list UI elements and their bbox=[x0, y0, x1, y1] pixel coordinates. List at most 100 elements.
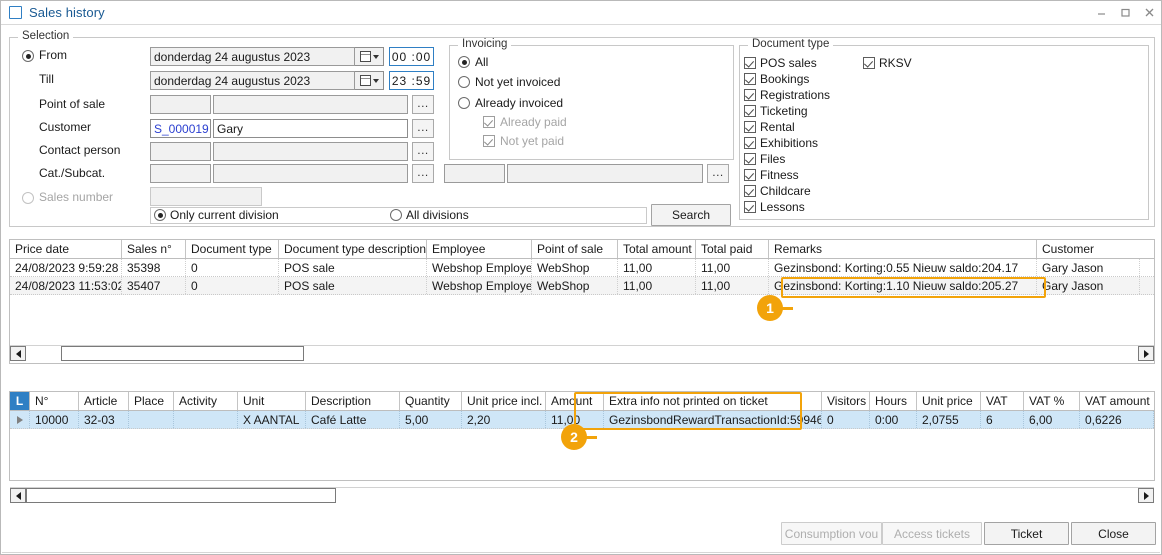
column-header-sales-no[interactable]: Sales n° bbox=[122, 240, 186, 258]
scroll-left-button[interactable] bbox=[10, 488, 26, 503]
checkbox-pos-sales[interactable] bbox=[744, 57, 756, 69]
label-ticketing: Ticketing bbox=[760, 104, 808, 118]
table-row[interactable]: 24/08/2023 11:53:02 35407 0 POS sale Web… bbox=[10, 277, 1154, 295]
checkbox-childcare[interactable] bbox=[744, 185, 756, 197]
column-header-vat-amount[interactable]: VAT amount bbox=[1080, 392, 1154, 410]
checkbox-already-paid[interactable] bbox=[483, 116, 495, 128]
label-fitness: Fitness bbox=[760, 168, 799, 182]
from-date-input[interactable]: donderdag 24 augustus 2023 bbox=[150, 47, 355, 66]
scroll-thumb[interactable] bbox=[26, 488, 336, 503]
radio-only-current-division[interactable] bbox=[154, 209, 166, 221]
column-header-customer[interactable]: Customer bbox=[1037, 240, 1140, 258]
subcat-code-input[interactable] bbox=[444, 164, 505, 183]
contact-person-code-input[interactable] bbox=[150, 142, 211, 161]
point-of-sale-browse-button[interactable]: ... bbox=[412, 95, 434, 114]
checkbox-ticketing[interactable] bbox=[744, 105, 756, 117]
cell-hours: 0:00 bbox=[870, 411, 917, 428]
close-icon[interactable] bbox=[1137, 2, 1161, 24]
column-header-activity[interactable]: Activity bbox=[174, 392, 238, 410]
till-time-input[interactable]: 23 :59 bbox=[389, 71, 434, 90]
point-of-sale-input[interactable] bbox=[213, 95, 408, 114]
cell-place bbox=[129, 411, 174, 428]
table-row[interactable]: 24/08/2023 9:59:28 35398 0 POS sale Webs… bbox=[10, 259, 1154, 277]
subcat-name-input[interactable] bbox=[507, 164, 703, 183]
cat-browse-button[interactable]: ... bbox=[412, 164, 434, 183]
cell-total-amount: 11,00 bbox=[618, 277, 696, 294]
scroll-right-button[interactable] bbox=[1138, 488, 1154, 503]
column-header-point-of-sale[interactable]: Point of sale bbox=[532, 240, 618, 258]
column-header-quantity[interactable]: Quantity bbox=[400, 392, 462, 410]
column-header-amount[interactable]: Amount bbox=[546, 392, 604, 410]
consumption-voucher-button[interactable]: Consumption vou bbox=[781, 522, 882, 545]
column-header-unit-price-incl[interactable]: Unit price incl. bbox=[462, 392, 546, 410]
detail-grid-selector-header[interactable]: L bbox=[10, 392, 30, 410]
cell-remarks: Gezinsbond: Korting:1.10 Nieuw saldo:205… bbox=[769, 277, 1037, 294]
point-of-sale-code-input[interactable] bbox=[150, 95, 211, 114]
results-grid-hscrollbar[interactable] bbox=[10, 345, 1154, 361]
radio-sales-number[interactable] bbox=[22, 192, 34, 204]
radio-invoicing-not-yet-invoiced[interactable] bbox=[458, 76, 470, 88]
customer-code-input[interactable]: S_000019 bbox=[150, 119, 211, 138]
from-time-input[interactable]: 00 :00 bbox=[389, 47, 434, 66]
title-bar: Sales history bbox=[1, 1, 1161, 25]
column-header-visitors[interactable]: Visitors bbox=[822, 392, 870, 410]
column-header-price-date[interactable]: Price date bbox=[10, 240, 122, 258]
radio-all-divisions[interactable] bbox=[390, 209, 402, 221]
checkbox-bookings[interactable] bbox=[744, 73, 756, 85]
column-header-document-type-description[interactable]: Document type description bbox=[279, 240, 427, 258]
column-header-article[interactable]: Article bbox=[79, 392, 129, 410]
row-indicator bbox=[10, 411, 30, 428]
cell-unit-price: 2,0755 bbox=[917, 411, 981, 428]
customer-name-input[interactable]: Gary bbox=[213, 119, 408, 138]
column-header-employee[interactable]: Employee bbox=[427, 240, 532, 258]
column-header-hours[interactable]: Hours bbox=[870, 392, 917, 410]
maximize-icon[interactable] bbox=[1113, 2, 1137, 24]
cat-name-input[interactable] bbox=[213, 164, 408, 183]
column-header-total-amount[interactable]: Total amount bbox=[618, 240, 696, 258]
checkbox-fitness[interactable] bbox=[744, 169, 756, 181]
sales-number-input[interactable] bbox=[150, 187, 262, 206]
checkbox-rental[interactable] bbox=[744, 121, 756, 133]
column-header-document-type[interactable]: Document type bbox=[186, 240, 279, 258]
column-header-extra-info[interactable]: Extra info not printed on ticket bbox=[604, 392, 822, 410]
checkbox-rksv[interactable] bbox=[863, 57, 875, 69]
document-type-group-title: Document type bbox=[748, 38, 833, 50]
access-tickets-button[interactable]: Access tickets bbox=[882, 522, 982, 545]
selection-group-title: Selection bbox=[18, 30, 73, 42]
detail-grid-hscrollbar[interactable] bbox=[10, 487, 1154, 503]
scroll-right-button[interactable] bbox=[1138, 346, 1154, 361]
cat-code-input[interactable] bbox=[150, 164, 211, 183]
column-header-place[interactable]: Place bbox=[129, 392, 174, 410]
cell-document-type: 0 bbox=[186, 259, 279, 276]
column-header-total-paid[interactable]: Total paid bbox=[696, 240, 769, 258]
scroll-thumb[interactable] bbox=[61, 346, 304, 361]
radio-from[interactable] bbox=[22, 50, 34, 62]
column-header-vat[interactable]: VAT bbox=[981, 392, 1024, 410]
radio-invoicing-already-invoiced[interactable] bbox=[458, 97, 470, 109]
checkbox-not-yet-paid[interactable] bbox=[483, 135, 495, 147]
column-header-unit[interactable]: Unit bbox=[238, 392, 306, 410]
checkbox-registrations[interactable] bbox=[744, 89, 756, 101]
search-button[interactable]: Search bbox=[651, 204, 731, 226]
from-date-calendar-button[interactable] bbox=[355, 47, 384, 66]
customer-browse-button[interactable]: ... bbox=[412, 119, 434, 138]
till-date-input[interactable]: donderdag 24 augustus 2023 bbox=[150, 71, 355, 90]
label-cat-subcat: Cat./Subcat. bbox=[39, 166, 105, 180]
contact-person-browse-button[interactable]: ... bbox=[412, 142, 434, 161]
column-header-no[interactable]: N° bbox=[30, 392, 79, 410]
column-header-description[interactable]: Description bbox=[306, 392, 400, 410]
minimize-icon[interactable] bbox=[1089, 2, 1113, 24]
contact-person-input[interactable] bbox=[213, 142, 408, 161]
ticket-button[interactable]: Ticket bbox=[984, 522, 1069, 545]
column-header-vat-percent[interactable]: VAT % bbox=[1024, 392, 1080, 410]
radio-invoicing-all[interactable] bbox=[458, 56, 470, 68]
column-header-unit-price[interactable]: Unit price bbox=[917, 392, 981, 410]
column-header-remarks[interactable]: Remarks bbox=[769, 240, 1037, 258]
checkbox-exhibitions[interactable] bbox=[744, 137, 756, 149]
checkbox-files[interactable] bbox=[744, 153, 756, 165]
close-button[interactable]: Close bbox=[1071, 522, 1156, 545]
checkbox-lessons[interactable] bbox=[744, 201, 756, 213]
subcat-browse-button[interactable]: ... bbox=[707, 164, 729, 183]
till-date-calendar-button[interactable] bbox=[355, 71, 384, 90]
scroll-left-button[interactable] bbox=[10, 346, 26, 361]
